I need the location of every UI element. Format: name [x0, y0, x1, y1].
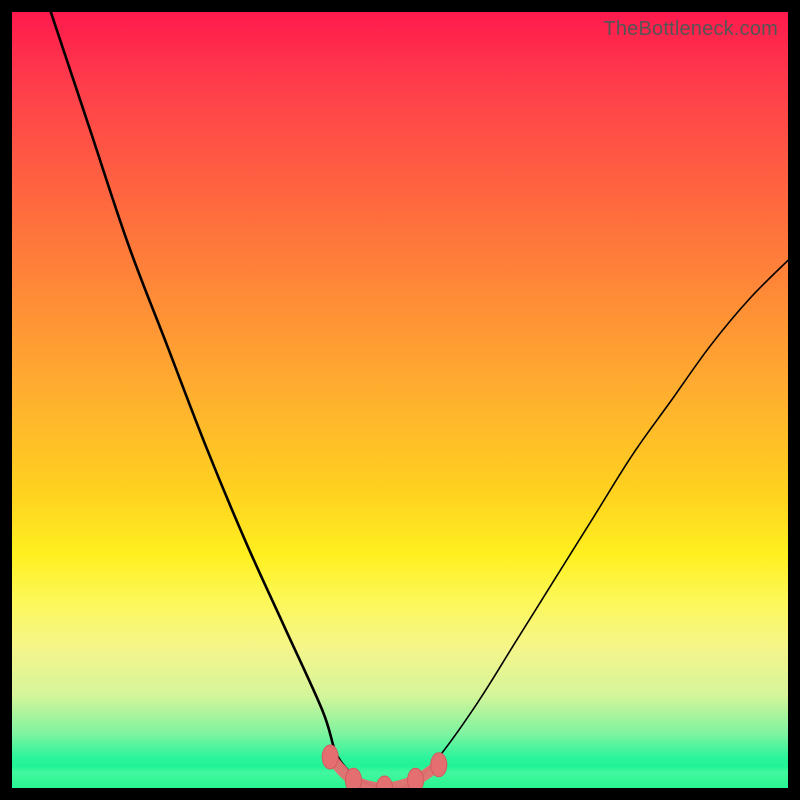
curve-left [51, 12, 385, 788]
chart-frame: TheBottleneck.com [0, 0, 800, 800]
watermark-text: TheBottleneck.com [603, 18, 778, 41]
curve-layer [12, 12, 788, 788]
optimal-zone-band [12, 766, 788, 788]
plot-area: TheBottleneck.com [12, 12, 788, 788]
curve-right [384, 260, 788, 788]
